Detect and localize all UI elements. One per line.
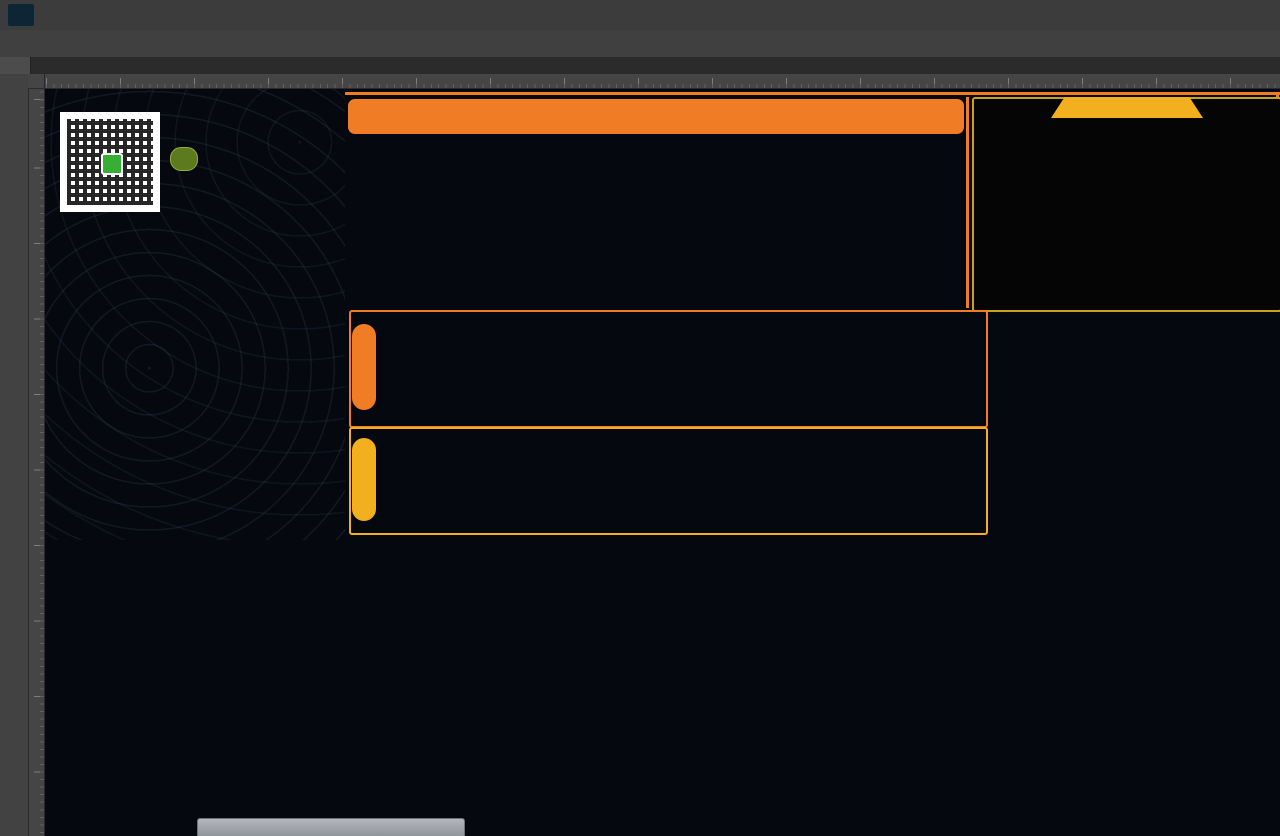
special-activities-box xyxy=(349,427,988,535)
menu-bar xyxy=(0,0,1280,31)
wechat-icon xyxy=(101,153,123,175)
monthly-label xyxy=(352,324,376,410)
ruler-corner xyxy=(28,74,45,89)
tool-options-bar xyxy=(0,30,1280,58)
tips-title xyxy=(1051,97,1203,118)
qr-code xyxy=(60,112,160,212)
photoshop-logo-icon xyxy=(8,4,34,26)
poster-divider xyxy=(966,97,969,308)
calendar-banner xyxy=(348,99,964,134)
phase-header-row xyxy=(100,536,1278,570)
monthly-activities-box xyxy=(349,310,988,428)
poster-frame-top xyxy=(345,92,1280,95)
document-tab-bar xyxy=(0,57,1280,74)
vertical-ruler[interactable] xyxy=(28,88,45,836)
photoshop-window xyxy=(0,0,1280,836)
marketing-tips-panel xyxy=(972,97,1280,312)
floating-toolbar[interactable] xyxy=(197,818,465,836)
horizontal-ruler[interactable] xyxy=(44,74,1280,89)
tools-panel xyxy=(0,74,29,836)
special-label xyxy=(352,438,376,521)
document-tab[interactable] xyxy=(0,57,31,74)
scan-caption xyxy=(170,147,198,171)
